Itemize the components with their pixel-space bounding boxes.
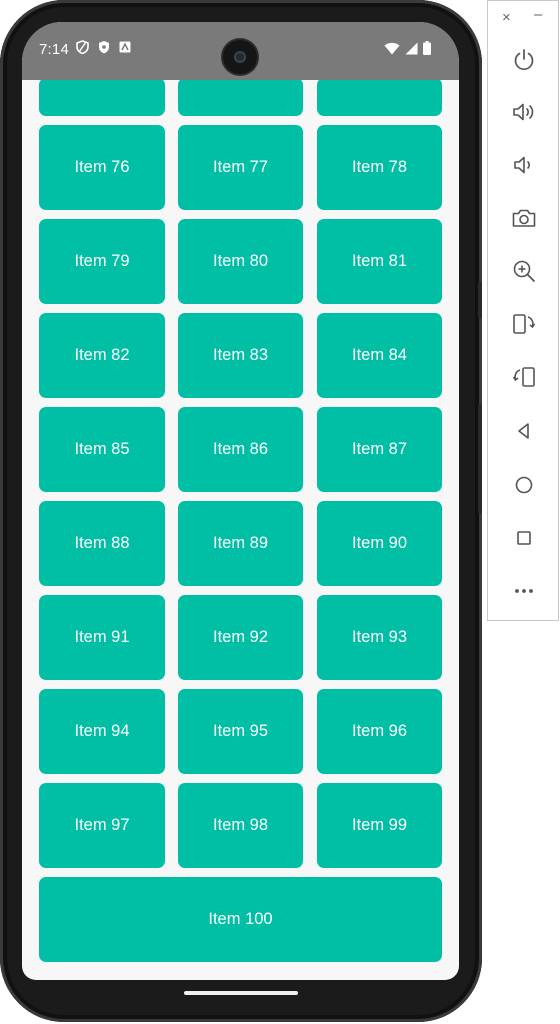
camera-icon bbox=[512, 209, 536, 227]
rotate-left-button[interactable] bbox=[504, 304, 544, 344]
grid-tile[interactable]: Item 79 bbox=[39, 219, 165, 304]
scrollable-grid[interactable]: Item 76 Item 77 Item 78 Item 79 Item 80 Item … bbox=[22, 80, 459, 980]
front-camera bbox=[223, 40, 257, 74]
close-icon[interactable]: × bbox=[502, 9, 511, 26]
grid-tile[interactable]: Item 88 bbox=[39, 501, 165, 586]
phone-frame: 7:14 Item 76 Item 77 Item 78 Item 79 Item 80… bbox=[0, 0, 482, 1022]
home-icon bbox=[515, 476, 533, 494]
volume-down-icon bbox=[514, 156, 530, 174]
grid-tile[interactable]: Item 90 bbox=[317, 501, 442, 586]
grid-tile-partial[interactable] bbox=[317, 80, 442, 116]
status-bar: 7:14 bbox=[22, 22, 459, 80]
grid-tile[interactable]: Item 78 bbox=[317, 125, 442, 210]
grid-tile[interactable]: Item 82 bbox=[39, 313, 165, 398]
overview-icon bbox=[517, 531, 531, 545]
security-shield-icon bbox=[99, 41, 109, 54]
grid-tile[interactable]: Item 83 bbox=[178, 313, 303, 398]
grid-tile[interactable]: Item 99 bbox=[317, 783, 442, 868]
grid-tile[interactable]: Item 91 bbox=[39, 595, 165, 680]
overview-button[interactable] bbox=[504, 518, 544, 558]
minimize-icon[interactable]: – bbox=[534, 6, 542, 23]
volume-down-button[interactable] bbox=[504, 145, 544, 185]
grid-tile[interactable]: Item 96 bbox=[317, 689, 442, 774]
grid-tile[interactable]: Item 85 bbox=[39, 407, 165, 492]
volume-up-icon bbox=[513, 103, 534, 121]
rotate-right-button[interactable] bbox=[504, 357, 544, 397]
grid-tile[interactable]: Item 92 bbox=[178, 595, 303, 680]
zoom-icon bbox=[513, 260, 535, 282]
grid-tile[interactable]: Item 87 bbox=[317, 407, 442, 492]
back-icon bbox=[518, 423, 529, 439]
back-button[interactable] bbox=[504, 411, 544, 451]
grid-tile[interactable]: Item 94 bbox=[39, 689, 165, 774]
phone-screen: 7:14 Item 76 Item 77 Item 78 Item 79 Item 80… bbox=[22, 22, 459, 980]
status-time: 7:14 bbox=[39, 41, 69, 58]
wifi-icon bbox=[384, 42, 400, 54]
more-button[interactable] bbox=[504, 571, 544, 611]
app-notification-icon bbox=[119, 41, 131, 53]
emulator-toolbar: × – bbox=[487, 0, 559, 621]
grid-tile[interactable]: Item 100 bbox=[39, 877, 442, 962]
phone-volume-button bbox=[478, 404, 482, 514]
volume-up-button[interactable] bbox=[504, 92, 544, 132]
home-button[interactable] bbox=[504, 465, 544, 505]
phone-side-button bbox=[478, 282, 482, 318]
grid-tile[interactable]: Item 86 bbox=[178, 407, 303, 492]
grid-tile[interactable]: Item 76 bbox=[39, 125, 165, 210]
grid-tile[interactable]: Item 93 bbox=[317, 595, 442, 680]
vpn-shield-icon bbox=[76, 40, 89, 54]
power-icon bbox=[514, 49, 534, 70]
screenshot-button[interactable] bbox=[504, 198, 544, 238]
grid-tile[interactable]: Item 81 bbox=[317, 219, 442, 304]
rotate-right-icon bbox=[512, 367, 535, 387]
grid-tile-partial[interactable] bbox=[39, 80, 165, 116]
more-icon bbox=[515, 589, 533, 593]
grid-tile[interactable]: Item 77 bbox=[178, 125, 303, 210]
grid-tile[interactable]: Item 84 bbox=[317, 313, 442, 398]
grid-tile[interactable]: Item 98 bbox=[178, 783, 303, 868]
rotate-left-icon bbox=[513, 314, 536, 334]
power-button[interactable] bbox=[504, 40, 544, 80]
grid-tile[interactable]: Item 97 bbox=[39, 783, 165, 868]
grid-tile-partial[interactable] bbox=[178, 80, 303, 116]
zoom-button[interactable] bbox=[504, 251, 544, 291]
gesture-home-bar[interactable] bbox=[184, 991, 298, 995]
grid-tile[interactable]: Item 80 bbox=[178, 219, 303, 304]
cell-signal-icon bbox=[405, 42, 418, 54]
battery-icon bbox=[423, 41, 431, 55]
grid-tile[interactable]: Item 89 bbox=[178, 501, 303, 586]
grid-tile[interactable]: Item 95 bbox=[178, 689, 303, 774]
